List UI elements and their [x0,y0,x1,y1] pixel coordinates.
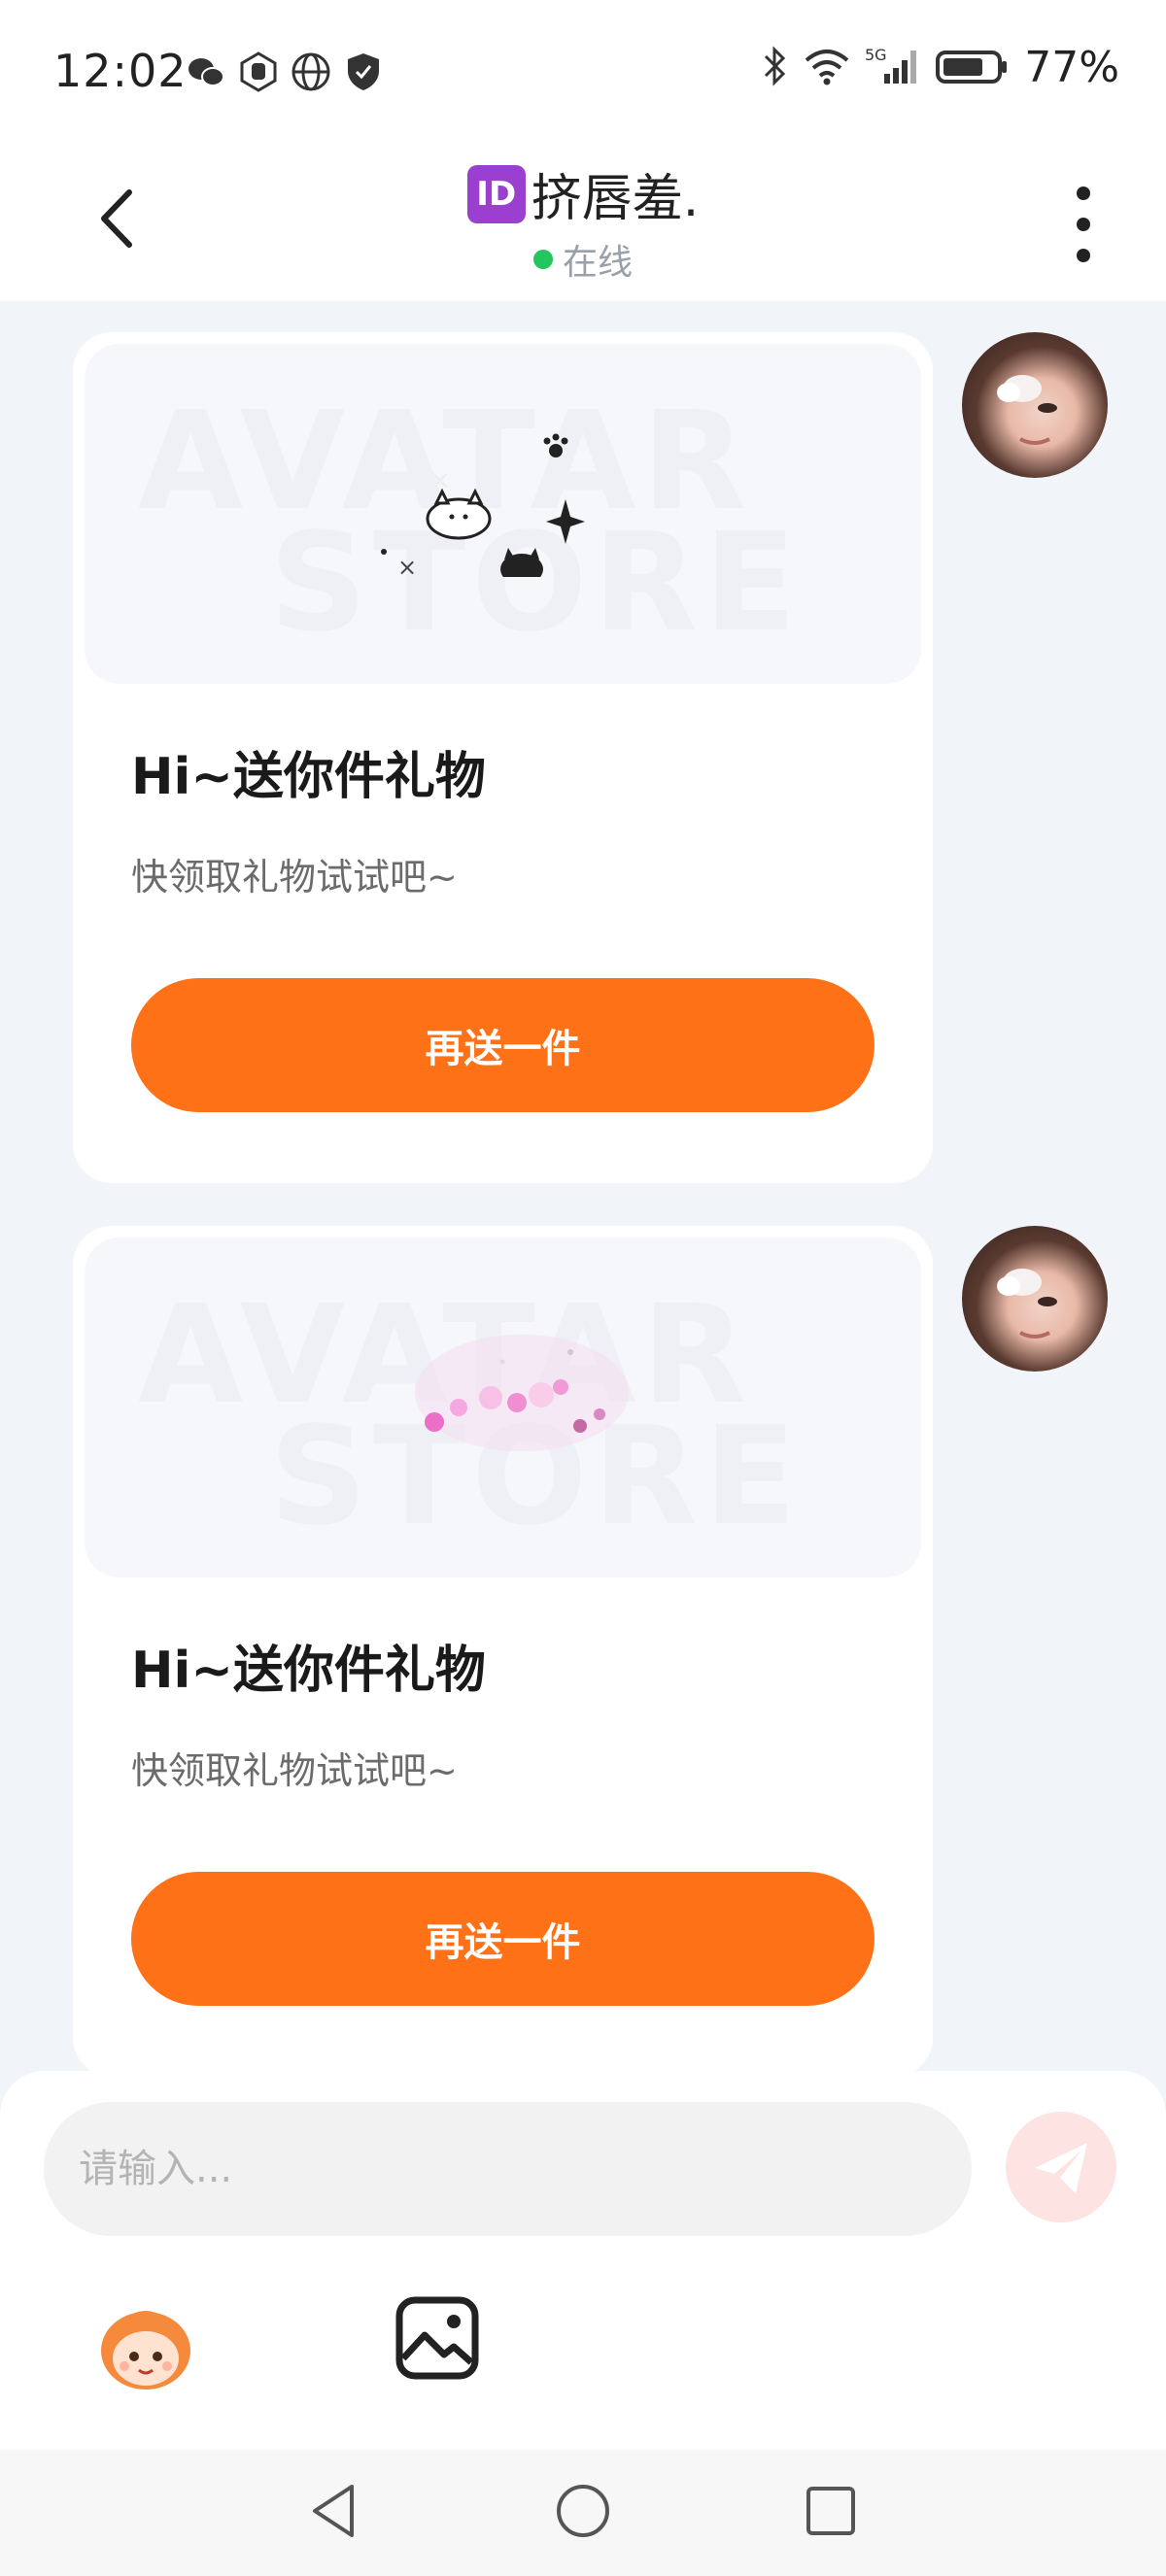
gift-message-card: AVATAR STORE Hi~送你件礼物 快领取礼物试试吧~ 再送一件 [73,1226,933,2077]
gift-preview[interactable]: AVATAR STORE [85,1237,921,1577]
gift-title: Hi~送你件礼物 [131,1642,486,1700]
nav-recents-button[interactable] [797,2477,865,2545]
system-status-icons: 5G 77% [760,43,1119,92]
input-panel [0,2071,1166,2450]
send-again-button[interactable]: 再送一件 [131,1872,874,2006]
avatar-photo [997,375,1057,445]
id-badge-icon: ID [466,164,526,223]
wechat-icon [185,51,227,93]
status-time: 12:02 [53,45,188,97]
more-vertical-icon [1077,186,1090,200]
more-options-button[interactable] [1059,181,1108,268]
online-status: 在线 [562,243,633,283]
nav-back-button[interactable] [301,2477,369,2545]
pixel-cat-gift-icon: ✕ × [381,433,585,577]
avatar[interactable] [962,332,1108,478]
avatar-photo [997,1269,1057,1339]
system-nav-bar [0,2450,1166,2576]
bluetooth-icon [760,45,789,91]
paper-plane-icon [1035,2143,1087,2193]
circle-home-icon [557,2485,609,2537]
send-button[interactable] [1006,2112,1116,2222]
signal-icon: 5G [865,45,921,91]
triangle-back-icon [313,2485,354,2537]
square-recents-icon [806,2487,855,2535]
message-input[interactable] [44,2102,972,2236]
mascot-emoji-icon [101,2311,190,2390]
battery-percent: 77% [1024,43,1119,92]
gift-subtitle: 快领取礼物试试吧~ [131,1749,458,1792]
hand-icon [237,51,280,93]
shield-icon [342,51,385,93]
gift-preview[interactable]: AVATAR STORE ✕ × [85,344,921,684]
gift-message-card: AVATAR STORE ✕ × Hi~送你件礼物 快领取礼物试试吧~ 再送一件 [73,332,933,1183]
emoji-button[interactable] [92,2292,199,2399]
online-dot-icon [532,250,553,269]
contact-name: 挤唇羞. [531,170,700,228]
gift-subtitle: 快领取礼物试试吧~ [131,856,458,898]
svg-text:✕: ✕ [429,467,451,496]
status-bar: 12:02 5G 77% [0,0,1166,146]
avatar[interactable] [962,1226,1108,1372]
svg-text:×: × [397,554,417,577]
chat-title-block: ID 挤唇羞. 在线 [0,157,1166,285]
chat-header: ID 挤唇羞. 在线 [0,146,1166,301]
notification-icons [185,51,385,93]
battery-icon [935,45,1011,91]
svg-text:5G: 5G [865,46,887,64]
nav-home-button[interactable] [549,2477,617,2545]
wifi-icon [803,45,851,91]
globe-icon [290,51,332,93]
image-picker-button[interactable] [394,2294,481,2382]
gift-title: Hi~送你件礼物 [131,748,486,806]
sakura-petals-gift-icon [415,1335,629,1451]
send-again-button[interactable]: 再送一件 [131,978,874,1112]
image-icon [395,2296,479,2380]
